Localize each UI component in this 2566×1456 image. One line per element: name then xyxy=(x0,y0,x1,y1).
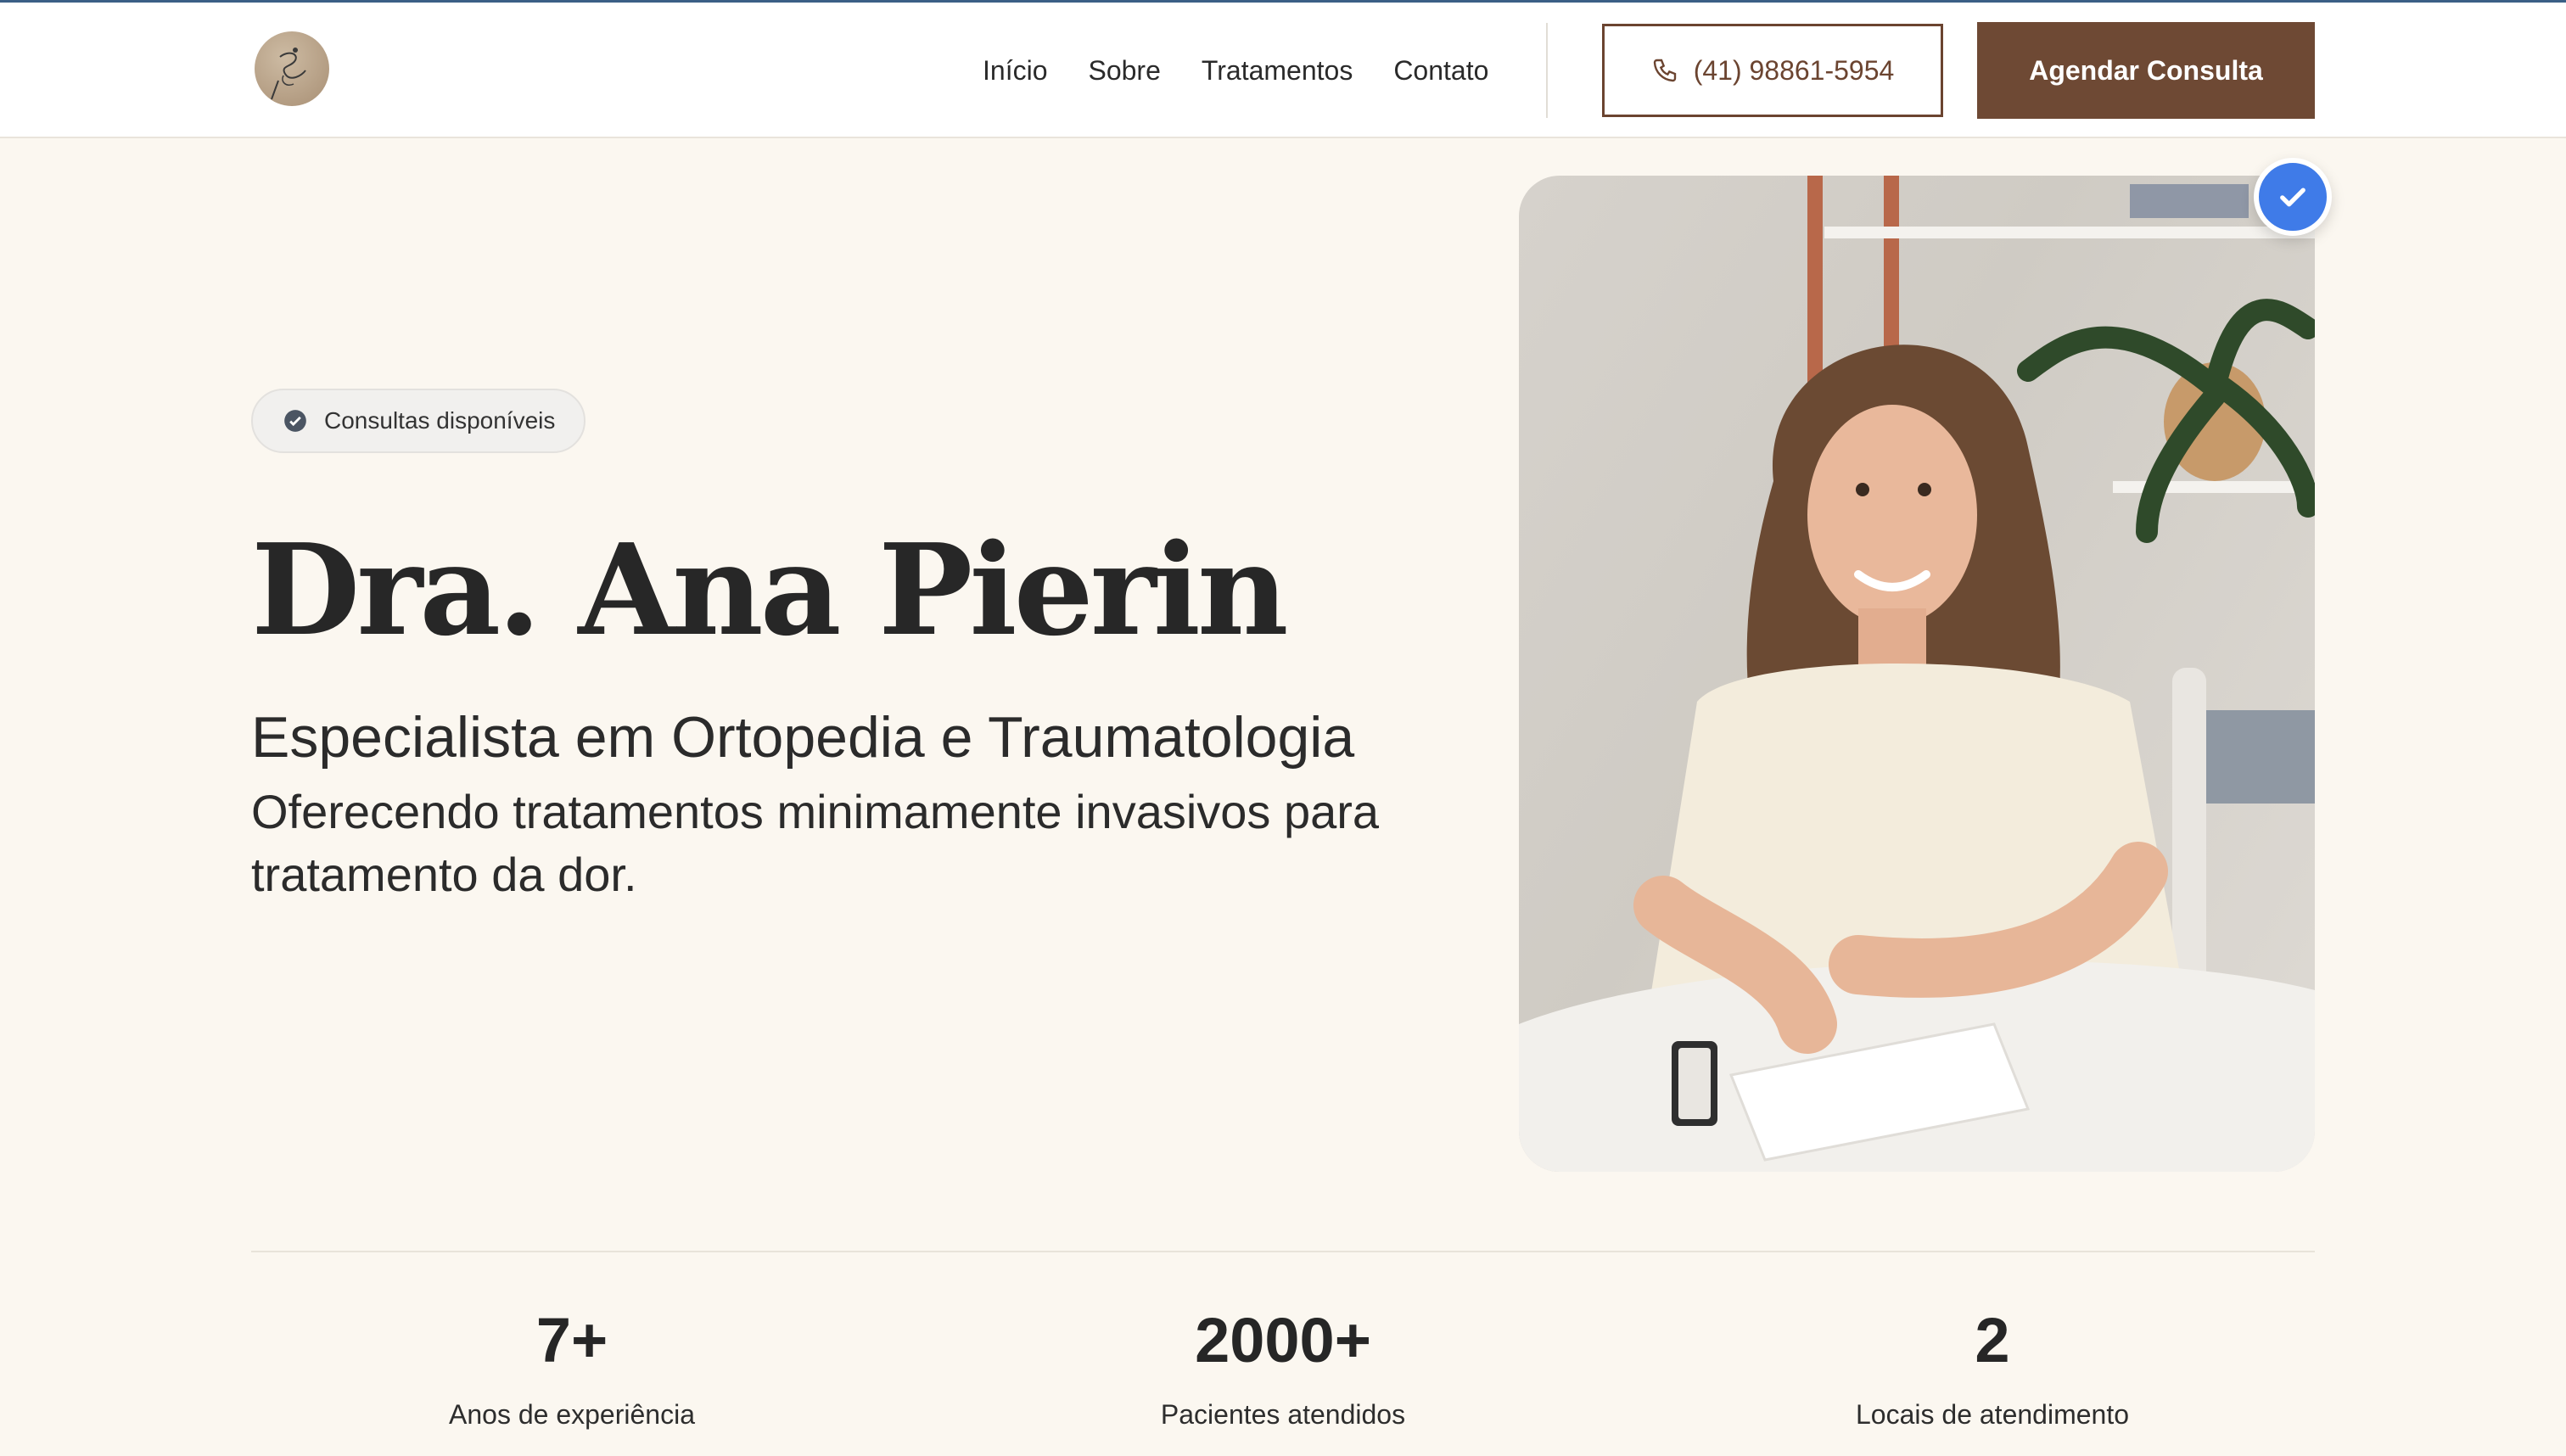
stat-label: Locais de atendimento xyxy=(1856,1399,2129,1430)
nav-contato[interactable]: Contato xyxy=(1393,52,1488,89)
site-header: Início Sobre Tratamentos Contato (41) 98… xyxy=(0,3,2566,138)
stat-experience: 7+ Anos de experiência xyxy=(233,1298,911,1436)
availability-badge: Consultas disponíveis xyxy=(251,389,586,453)
phone-icon xyxy=(1653,59,1676,82)
stat-label: Anos de experiência xyxy=(449,1399,695,1430)
phone-number: (41) 98861-5954 xyxy=(1693,54,1895,86)
logo-figure-icon xyxy=(271,48,306,100)
clinic-logo[interactable] xyxy=(255,31,329,106)
schedule-appointment-button[interactable]: Agendar Consulta xyxy=(1977,22,2315,119)
stat-value: 2 xyxy=(1975,1305,2010,1375)
nav-inicio[interactable]: Início xyxy=(983,52,1047,89)
nav-tratamentos[interactable]: Tratamentos xyxy=(1202,52,1353,89)
nav-divider xyxy=(1546,23,1548,118)
hero-description: Oferecendo tratamentos minimamente invas… xyxy=(251,785,1380,901)
stat-value: 7+ xyxy=(535,1305,608,1375)
stat-patients: 2000+ Pacientes atendidos xyxy=(944,1298,1622,1436)
doctor-portrait-illustration xyxy=(1519,176,2315,1172)
check-circle-icon xyxy=(284,410,306,432)
stat-locations: 2 Locais de atendimento xyxy=(1653,1298,2332,1436)
stats-divider xyxy=(251,1251,2315,1252)
phone-button[interactable]: (41) 98861-5954 xyxy=(1602,24,1943,117)
specialty-subtitle: Especialista em Ortopedia e Traumatologi… xyxy=(251,705,1355,770)
badge-label: Consultas disponíveis xyxy=(324,407,556,434)
main-nav: Início Sobre Tratamentos Contato xyxy=(983,52,1488,89)
verified-badge xyxy=(2254,158,2332,236)
stat-value: 2000+ xyxy=(1195,1305,1371,1375)
nav-sobre[interactable]: Sobre xyxy=(1088,52,1160,89)
doctor-name: Dra. Ana Pierin xyxy=(251,516,1289,664)
doctor-photo xyxy=(1519,176,2315,1172)
stat-label: Pacientes atendidos xyxy=(1160,1399,1406,1430)
checkmark-icon xyxy=(2280,188,2305,207)
